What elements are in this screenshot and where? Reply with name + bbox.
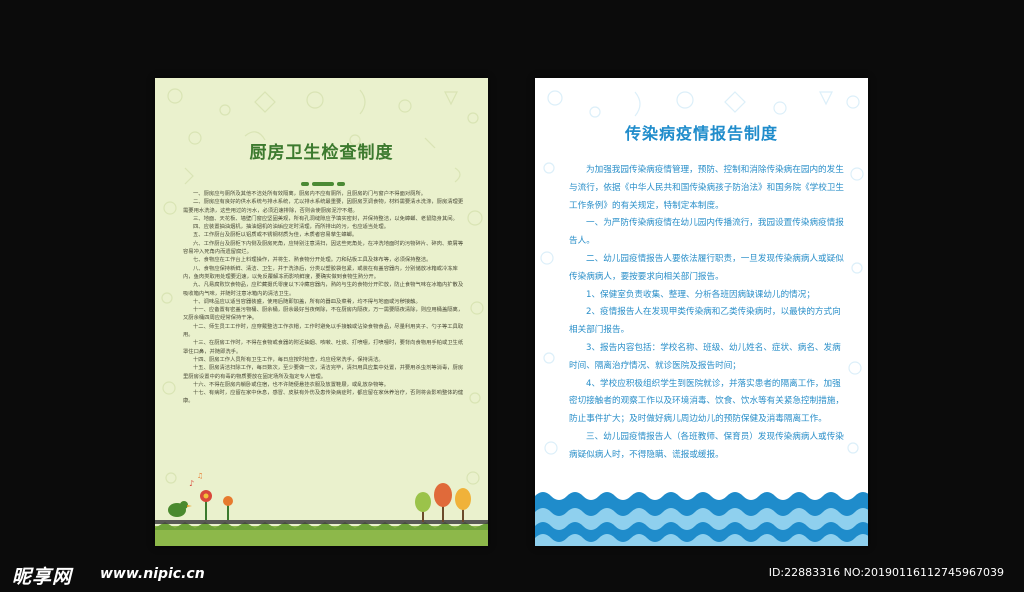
report-paragraph: 为加强我园传染病疫情管理，预防、控制和消除传染病在园内的发生与流行，依据《中华人… — [569, 165, 845, 211]
rule-paragraph: 四、应装置抽油烟机，抽油烟机的油垢应定时清理，而所排出的污，也应适当处理。 — [193, 224, 389, 231]
rule-paragraph: 十、调味品应以适当容器装盛，使用后随即加盖，所有的器皿及菜肴，均不得与地面或污秽… — [193, 298, 421, 305]
rule-paragraph: 六、工作厨台及厨柜下内侧及厨房死角，应特别注意清扫，因这些死角处，在冲洗地面时的… — [183, 240, 464, 256]
report-paragraph: 2、疫情报告人在发现甲类传染病和乙类传染病时，以最快的方式向相关部门报告。 — [569, 307, 841, 336]
infectious-disease-report-poster: 传染病疫情报告制度 为加强我园传染病疫情管理，预防、控制和消除传染病在园内的发生… — [535, 78, 868, 546]
kitchen-hygiene-poster: 厨房卫生检查制度 一、厨房应与厕所及其他不洁处所有效隔离，厨房内不应有厕所，且厨… — [155, 78, 488, 546]
title-underline-decoration — [301, 182, 345, 187]
rule-paragraph: 三、地面、天花板、墙壁门窗应坚固美观，所有孔洞缝隙应予填实密封，并保持整洁，以免… — [193, 215, 458, 222]
rule-paragraph: 九、凡易腐败饮食物品，应贮藏摄氏零度以下冷藏容器内，熟的与生的食物分开贮放，防止… — [183, 282, 464, 297]
rule-paragraph: 八、食物应保持新鲜、清洁、卫生，并于洗涤后，分类以塑胶袋包紧，或装在有盖容器内，… — [183, 265, 458, 280]
rule-paragraph: 一、厨房应与厕所及其他不洁处所有效隔离，厨房内不应有厕所，且厨房的门与窗户不得面… — [193, 191, 427, 197]
nipic-url-watermark: www.nipic.cn — [100, 566, 205, 582]
report-paragraph: 3、报告内容包括：学校名称、班级、幼儿姓名、症状、病名、发病时间、隔离治疗情况、… — [569, 342, 841, 371]
trees-decoration — [415, 483, 471, 522]
blue-wave-decoration — [535, 492, 868, 546]
kitchen-rules-body: 一、厨房应与厕所及其他不洁处所有效隔离，厨房内不应有厕所，且厨房的门与窗户不得面… — [183, 190, 465, 406]
rule-paragraph: 十四、厨房工作人员所有卫生工作，每日应按时检查，均应经常洗手，保持清洁。 — [193, 356, 384, 363]
rule-paragraph: 十二、师生员工工作时，应穿戴整洁工作衣帽，工作时避免以手接触或沾染食物食品，尽量… — [183, 323, 464, 339]
svg-text:♪: ♪ — [189, 479, 194, 488]
report-paragraph: 4、学校应积极组织学生到医院就诊，并落实患者的隔离工作，加强密切接触者的观察工作… — [569, 378, 845, 425]
image-id-watermark: ID:22883316 NO:20190116112745967039 — [768, 566, 1004, 579]
disease-report-body: 为加强我园传染病疫情管理，预防、控制和消除传染病在园内的发生与流行，依据《中华人… — [569, 162, 845, 465]
rule-paragraph: 五、工作厨台及厨柜以铝质或不锈钢材质为佳，木质者容易孳生蟑螂。 — [193, 232, 358, 239]
bird-and-flowers-decoration: ♪♫ — [168, 472, 233, 520]
grass-ground-decoration — [155, 520, 488, 546]
rule-paragraph: 七、食物应在工作台上料理操作，并将生、熟食物分开处理。刀和砧板工具及抹布等，必须… — [193, 257, 432, 264]
rule-paragraph: 二、厨房应有良好的供水系统与排水系统，尤以排水系统最重要，因厨房烹调食物，材料需… — [183, 199, 464, 214]
report-paragraph: 二、幼儿园疫情报告人要依法履行职责，一旦发现传染病病人或疑似传染病病人，要按要求… — [569, 253, 844, 282]
rule-paragraph: 十五、厨房清洁扫除工作，每日数次，至少要做一次，清洁完毕，清扫用具应集中处置，并… — [183, 365, 464, 380]
report-paragraph: 一、为严防传染病疫情在幼儿园内传播流行，我园设置传染病疫情报告人。 — [569, 218, 844, 247]
report-paragraph: 1、保健室负责收集、整理、分析各班因病缺课幼儿的情况； — [586, 289, 815, 300]
rule-paragraph: 十三、在厨房工作时，不得在食物或食器的附近抽烟、咳嗽、吐痰、打喷嚏，打喷嚏时，要… — [183, 340, 464, 355]
report-paragraph: 三、幼儿园疫情报告人（各班教师、保育员）发现传染病病人或传染病疑似病人时，不得隐… — [569, 431, 844, 460]
rule-paragraph: 十一、应备置有密盖污物桶、厨余桶，厨余最好当夜倒除，不在厨房内隔夜，万一需要隔夜… — [183, 307, 464, 322]
disease-report-title: 传染病疫情报告制度 — [624, 124, 778, 143]
rule-paragraph: 十七、有病时，应留在家中休息，感冒、皮肤有外伤及患传染病症时，都应留在家休养治疗… — [183, 390, 464, 405]
rule-paragraph: 十六、不得在厨房内躺卧或住宿，也不许随便悬挂衣服及放置鞋屐，或乱放杂物等。 — [193, 381, 389, 388]
nipic-logo-watermark: 昵享网 — [12, 566, 73, 588]
svg-text:♫: ♫ — [197, 472, 203, 480]
kitchen-poster-title: 厨房卫生检查制度 — [249, 143, 394, 163]
